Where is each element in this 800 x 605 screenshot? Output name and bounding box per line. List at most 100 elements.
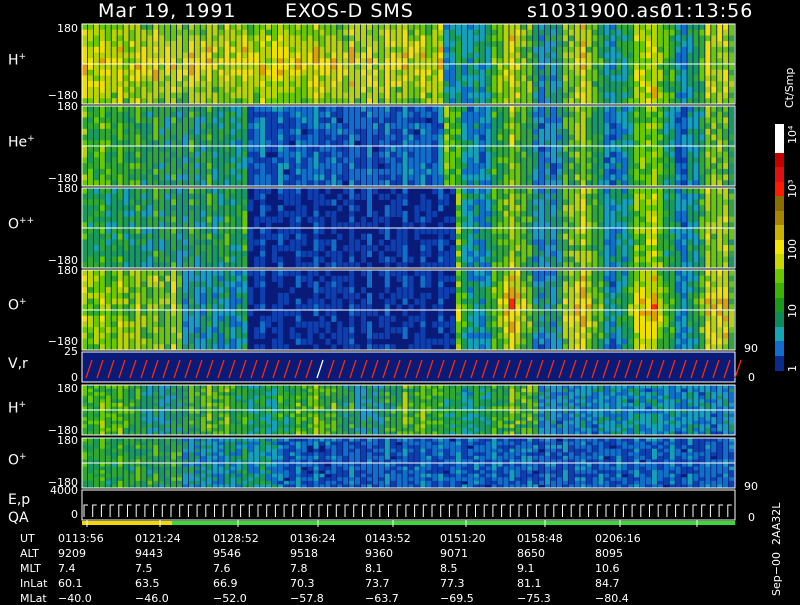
heat-cell (473, 92, 479, 99)
heat-cell (610, 92, 616, 99)
heat-cell (450, 86, 456, 94)
heat-cell (111, 163, 117, 170)
heat-cell (242, 239, 248, 246)
heat-cell (384, 287, 390, 294)
heat-cell (699, 174, 705, 181)
heat-cell (533, 46, 539, 54)
heat-cell (378, 250, 384, 258)
heat-cell (497, 75, 503, 82)
heat-cell (604, 256, 610, 263)
heat-cell (657, 123, 663, 130)
heat-cell (699, 117, 705, 124)
heat-cell (616, 168, 622, 176)
heat-cell (693, 256, 699, 263)
heat-cell (693, 228, 699, 235)
heat-cell (669, 188, 675, 195)
heat-cell (438, 86, 444, 94)
heat-cell (675, 168, 681, 176)
heat-cell (580, 29, 586, 36)
heat-cell (271, 111, 278, 118)
heat-cell (372, 86, 378, 94)
heat-cell (687, 52, 693, 59)
heat-cell (598, 239, 604, 246)
heat-cell (580, 111, 586, 118)
heat-cell (194, 315, 200, 322)
heat-cell (455, 128, 462, 136)
heat-cell (117, 151, 123, 158)
heat-cell (349, 338, 355, 345)
heat-cell (343, 332, 349, 340)
heat-cell (218, 123, 224, 130)
heat-cell (271, 123, 278, 130)
heat-cell (657, 128, 663, 136)
heat-cell (301, 52, 307, 59)
heat-cell (87, 250, 93, 258)
heat-cell (556, 233, 562, 240)
heat-cell (224, 245, 230, 252)
heat-cell (361, 92, 367, 99)
heat-cell (206, 239, 212, 246)
heat-cell (640, 168, 646, 176)
heat-cell (82, 292, 88, 300)
heat-cell (705, 151, 711, 158)
heat-cell (271, 52, 278, 59)
heat-cell (135, 134, 141, 141)
heat-cell (271, 216, 278, 223)
heat-cell (260, 239, 266, 246)
heat-cell (705, 35, 711, 42)
heat-cell (545, 163, 551, 170)
heat-cell (117, 52, 123, 59)
heat-cell (93, 275, 99, 282)
heat-cell (479, 250, 485, 258)
heat-cell (176, 233, 183, 240)
heat-cell (355, 163, 361, 170)
heat-cell (319, 106, 325, 113)
heat-cell (568, 188, 574, 195)
heat-cell (366, 86, 372, 94)
heat-cell (610, 210, 616, 218)
heat-cell (224, 69, 230, 76)
heat-cell (182, 81, 188, 88)
heat-cell (598, 24, 604, 31)
heat-cell (230, 292, 236, 300)
heat-cell (355, 52, 361, 59)
heat-cell (461, 205, 467, 212)
heat-cell (539, 233, 545, 240)
heat-cell (426, 228, 432, 235)
heat-cell (147, 298, 153, 305)
heat-cell (711, 69, 717, 76)
heat-cell (533, 216, 539, 223)
heat-cell (687, 92, 693, 99)
heat-cell (82, 298, 88, 305)
heat-cell (634, 193, 640, 200)
heat-cell (515, 123, 521, 130)
heat-cell (171, 86, 177, 94)
heat-cell (266, 216, 272, 223)
heat-cell (123, 287, 129, 294)
heat-cell (224, 111, 230, 118)
heat-cell (188, 157, 194, 164)
heat-cell (699, 128, 705, 136)
heat-cell (461, 41, 467, 48)
heat-cell (159, 81, 165, 88)
heat-cell (218, 111, 224, 118)
heat-cell (634, 69, 640, 76)
heat-cell (420, 168, 426, 176)
heat-cell (87, 146, 93, 153)
heat-cell (366, 250, 372, 258)
heat-cell (248, 310, 254, 317)
heat-cell (349, 24, 355, 31)
heat-cell (206, 123, 212, 130)
heat-cell (295, 41, 301, 48)
heat-cell (283, 210, 289, 218)
heat-cell (206, 245, 212, 252)
heat-cell (343, 117, 349, 124)
heat-cell (366, 188, 372, 195)
heat-cell (497, 228, 503, 235)
heat-cell (218, 216, 224, 223)
heat-cell (236, 41, 242, 48)
heat-cell (539, 168, 545, 176)
heat-cell (230, 188, 236, 195)
heat-cell (527, 81, 533, 88)
heat-cell (622, 199, 628, 206)
